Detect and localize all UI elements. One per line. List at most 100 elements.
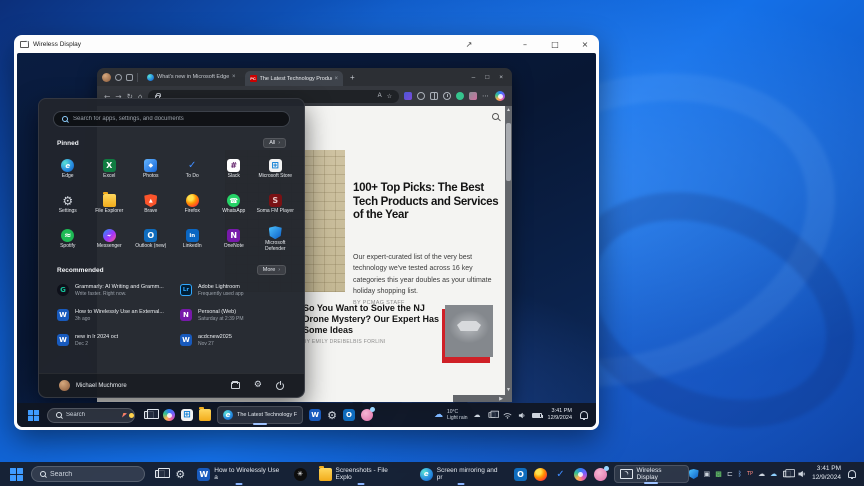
task-view-button[interactable]: [152, 466, 171, 482]
taskbar-search-box[interactable]: [31, 466, 146, 482]
user-profile-button[interactable]: Michael Muchmore: [59, 380, 127, 391]
browser-maximize-button[interactable]: □: [485, 74, 489, 81]
history-icon[interactable]: [443, 92, 451, 100]
taskbar-search-input[interactable]: [66, 412, 118, 418]
speaker-icon[interactable]: [518, 412, 526, 419]
start-button[interactable]: [25, 407, 41, 423]
recommended-grammarly[interactable]: Grammarly: AI Writing and Gramm...Write …: [49, 279, 172, 301]
extension-icon[interactable]: [417, 92, 425, 100]
pinned-app-brave[interactable]: Brave: [130, 187, 172, 222]
more-button[interactable]: More ›: [256, 265, 286, 275]
microsoft-store-icon[interactable]: [181, 409, 193, 421]
new-tab-button[interactable]: +: [347, 73, 358, 82]
article-thumbnail[interactable]: [442, 305, 493, 363]
pinned-app-soma[interactable]: Soma FM Player: [255, 187, 297, 222]
clock[interactable]: 3:41 PM 12/9/2024: [548, 408, 572, 423]
pinned-app-explorer[interactable]: File Explorer: [89, 187, 131, 222]
gpu-icon[interactable]: ▩: [715, 470, 722, 478]
pinned-app-whatsapp[interactable]: WhatsApp: [213, 187, 255, 222]
cloud-icon[interactable]: ☁: [758, 470, 765, 478]
pinned-app-slack[interactable]: Slack: [213, 152, 255, 187]
wifi-icon[interactable]: [503, 412, 512, 419]
close-button[interactable]: ×: [577, 40, 593, 49]
scroll-down-icon[interactable]: ▼: [506, 386, 511, 394]
word-icon[interactable]: [309, 409, 322, 421]
maximize-button[interactable]: □: [547, 40, 563, 49]
profile-avatar[interactable]: [102, 72, 111, 82]
read-aloud-icon[interactable]: A: [378, 93, 382, 100]
copilot-icon[interactable]: [573, 467, 587, 481]
edge-taskbar-button[interactable]: Screen mirroring and pr: [415, 465, 507, 485]
chatgpt-icon[interactable]: [293, 467, 307, 481]
weather-widget[interactable]: ☁ 10°C Light rain: [434, 409, 468, 422]
pinned-app-settings[interactable]: Settings: [47, 187, 89, 222]
speaker-icon[interactable]: [797, 470, 807, 478]
pinned-app-spotify[interactable]: Spotify: [47, 222, 89, 257]
pinned-app-outlook[interactable]: Outlook (new): [130, 222, 172, 257]
pinned-app-store[interactable]: Microsoft Store: [255, 152, 297, 187]
scroll-right-icon[interactable]: ▶: [499, 395, 503, 403]
camera-icon[interactable]: ▣: [704, 470, 711, 478]
todo-icon[interactable]: [554, 468, 567, 481]
vertical-scrollbar[interactable]: ▲: [505, 106, 512, 402]
battery-icon[interactable]: [531, 412, 543, 418]
cast-screen-icon[interactable]: [783, 469, 796, 478]
tp-utility-icon[interactable]: TP: [747, 471, 753, 477]
taskbar-search-box[interactable]: [47, 407, 135, 423]
bluetooth-icon[interactable]: ᛒ: [738, 470, 742, 478]
tab-whats-new[interactable]: What's new in Microsoft Edge ×: [142, 70, 241, 85]
copilot-icon[interactable]: [163, 409, 175, 421]
edge-taskbar-button[interactable]: The Latest Technology F: [217, 406, 304, 425]
page-search-icon[interactable]: [492, 113, 499, 120]
clock[interactable]: 3:41 PM 12/9/2024: [812, 465, 841, 483]
copilot-icon[interactable]: [495, 91, 505, 101]
start-search-box[interactable]: [53, 111, 290, 127]
extension-icon[interactable]: [404, 92, 412, 100]
notification-bell-icon[interactable]: [580, 411, 588, 420]
scrollbar-thumb[interactable]: [506, 123, 511, 181]
workspaces-icon[interactable]: [115, 73, 122, 81]
all-apps-button[interactable]: All ›: [263, 138, 286, 148]
fullscreen-button[interactable]: ↗: [461, 40, 477, 49]
settings-gear-icon[interactable]: ⚙: [175, 469, 185, 480]
taskbar-search-input[interactable]: [50, 470, 130, 478]
pinned-app-todo[interactable]: To Do: [172, 152, 214, 187]
recommended-onenote[interactable]: Personal (Web)Saturday at 2:39 PM: [172, 304, 294, 326]
pinned-app-excel[interactable]: Excel: [89, 152, 131, 187]
extension-icon[interactable]: [456, 92, 464, 100]
horizontal-scrollbar[interactable]: ▶: [453, 395, 505, 402]
file-explorer-icon[interactable]: [199, 407, 211, 421]
minimize-button[interactable]: –: [517, 40, 533, 49]
wireless-display-taskbar-button[interactable]: Wireless Display: [613, 465, 689, 484]
browser-close-button[interactable]: ×: [499, 74, 503, 81]
defender-shield-icon[interactable]: [688, 469, 699, 479]
word-taskbar-button[interactable]: How to Wirelessly Use a: [192, 465, 286, 485]
article-title[interactable]: 100+ Top Picks: The Best Tech Products a…: [353, 182, 499, 223]
cloud-icon[interactable]: ☁: [474, 411, 481, 419]
documents-folder-icon[interactable]: [230, 381, 240, 389]
people-icon[interactable]: [593, 465, 609, 481]
task-view-button[interactable]: [141, 407, 159, 423]
recommended-doc[interactable]: How to Wirelessly Use an External...3h a…: [49, 304, 172, 326]
pinned-app-onenote[interactable]: OneNote: [213, 222, 255, 257]
browser-minimize-button[interactable]: –: [472, 74, 476, 81]
split-screen-icon[interactable]: [430, 92, 438, 100]
pinned-app-linkedin[interactable]: LinkedIn: [172, 222, 214, 257]
explorer-taskbar-button[interactable]: Screenshots - File Explo: [314, 465, 408, 485]
notification-bell-icon[interactable]: [848, 470, 856, 479]
scroll-up-icon[interactable]: ▲: [506, 106, 511, 114]
start-search-input[interactable]: [73, 116, 281, 122]
usb-icon[interactable]: ⊏: [727, 470, 733, 478]
pinned-app-edge[interactable]: Edge: [47, 152, 89, 187]
recommended-doc[interactable]: acdcnew2025Nov 27: [172, 329, 294, 351]
pinned-app-messenger[interactable]: Messenger: [89, 222, 131, 257]
article-title[interactable]: So You Want to Solve the NJ Drone Myster…: [303, 303, 449, 336]
window-titlebar[interactable]: Wireless Display ↗ – □ ×: [14, 35, 599, 53]
start-button[interactable]: [8, 466, 24, 482]
settings-gear-icon[interactable]: ⚙: [327, 410, 337, 421]
recommended-lightroom[interactable]: Adobe LightroomFrequently used app: [172, 279, 294, 301]
extension-icon[interactable]: [469, 92, 477, 100]
more-menu-icon[interactable]: ⋯: [482, 92, 490, 100]
cast-screen-icon[interactable]: [488, 410, 499, 418]
tab-close-icon[interactable]: ×: [335, 76, 339, 82]
